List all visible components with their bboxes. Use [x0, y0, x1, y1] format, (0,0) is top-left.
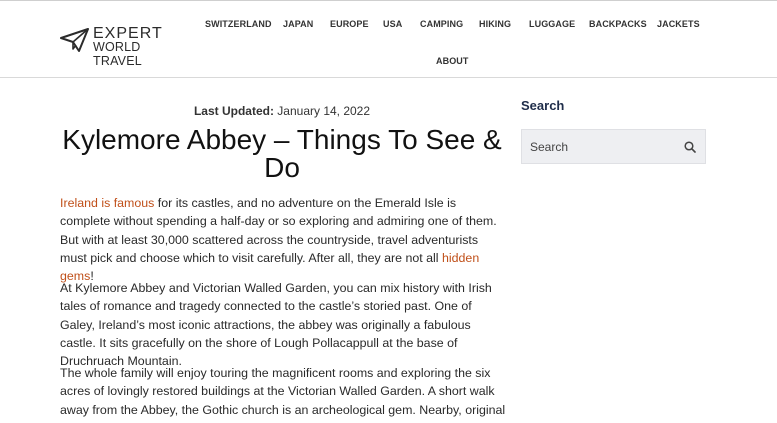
- article-title: Kylemore Abbey – Things To See & Do: [62, 124, 502, 183]
- site-header: EXPERT WORLD TRAVEL SWITZERLAND JAPAN EU…: [0, 0, 777, 78]
- sidebar-search-box: [521, 129, 706, 164]
- site-logo[interactable]: EXPERT WORLD TRAVEL: [60, 25, 172, 68]
- article-paragraph-3: The whole family will enjoy touring the …: [60, 366, 506, 417]
- nav-item-backpacks[interactable]: BACKPACKS: [589, 19, 647, 29]
- search-icon[interactable]: [684, 141, 696, 153]
- nav-item-about[interactable]: ABOUT: [436, 56, 469, 66]
- ireland-famous-link[interactable]: Ireland is famous: [60, 196, 154, 210]
- article-meta: Last Updated: January 14, 2022: [60, 104, 504, 118]
- article-paragraph-2: At Kylemore Abbey and Victorian Walled G…: [60, 281, 492, 369]
- nav-item-jackets[interactable]: JACKETS: [657, 19, 700, 29]
- paper-plane-icon: [60, 28, 89, 52]
- logo-text-bottom: WORLD TRAVEL: [93, 40, 142, 68]
- nav-item-europe[interactable]: EUROPE: [330, 19, 369, 29]
- last-updated-date: January 14, 2022: [277, 104, 371, 118]
- sidebar-search-heading: Search: [521, 98, 565, 113]
- search-input[interactable]: [530, 138, 680, 156]
- nav-item-camping[interactable]: CAMPING: [420, 19, 463, 29]
- nav-item-switzerland[interactable]: SWITZERLAND: [205, 19, 272, 29]
- last-updated-label: Last Updated:: [193, 104, 274, 118]
- nav-item-luggage[interactable]: LUGGAGE: [529, 19, 575, 29]
- nav-item-usa[interactable]: USA: [383, 19, 402, 29]
- article-paragraph-1: Ireland is famous for its castles, and n…: [60, 194, 508, 285]
- nav-item-hiking[interactable]: HIKING: [479, 19, 511, 29]
- nav-item-japan[interactable]: JAPAN: [283, 19, 313, 29]
